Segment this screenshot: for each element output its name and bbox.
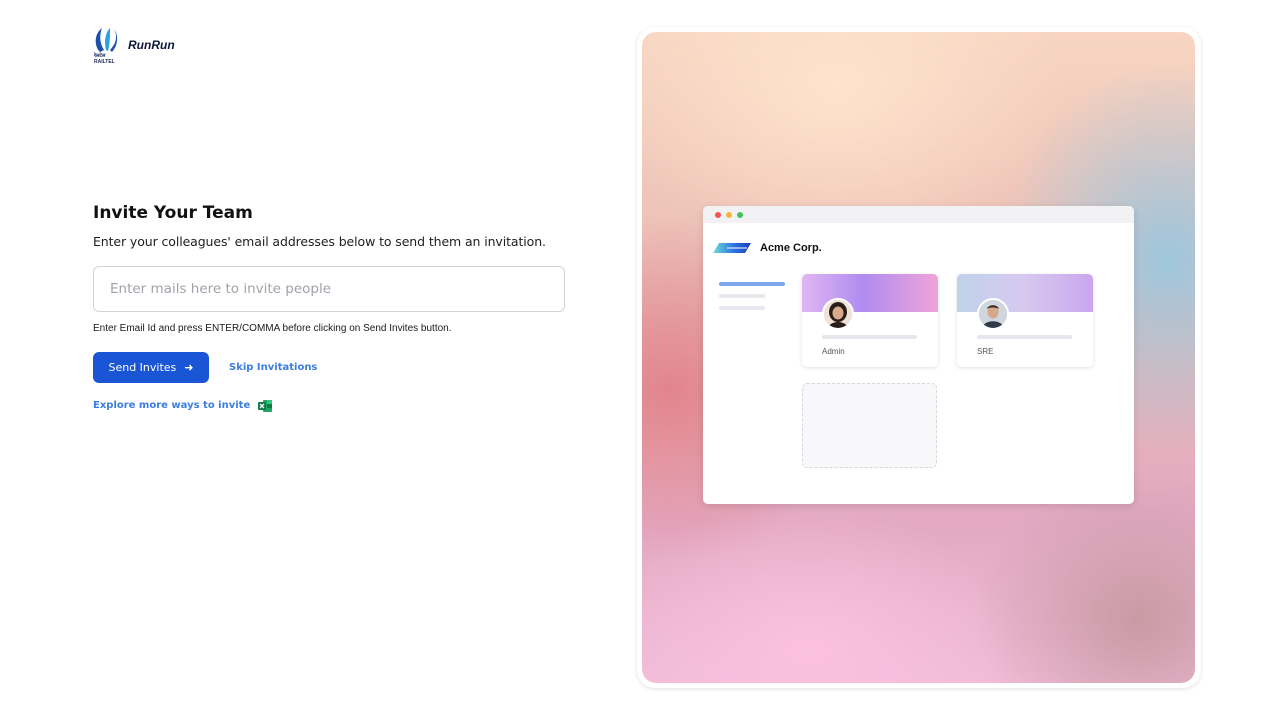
excel-icon[interactable]	[258, 398, 273, 412]
illustration-panel: Acme Corp. Admin SRE	[637, 27, 1201, 688]
card-role: Admin	[822, 347, 845, 356]
skip-invitations-link[interactable]: Skip Invitations	[229, 362, 317, 373]
explore-row: Explore more ways to invite	[93, 398, 565, 412]
acme-logo-icon	[713, 238, 751, 257]
brand: रेलटेल RAILTEL RunRun	[92, 26, 175, 66]
gradient-background: Acme Corp. Admin SRE	[642, 32, 1195, 683]
card-banner	[802, 274, 938, 312]
mock-window: Acme Corp. Admin SRE	[703, 206, 1134, 504]
input-hint: Enter Email Id and press ENTER/COMMA bef…	[93, 323, 452, 334]
window-titlebar	[703, 206, 1134, 223]
mock-sidebar	[719, 282, 785, 318]
member-card-sre: SRE	[957, 274, 1093, 367]
sidebar-line	[719, 282, 785, 286]
sidebar-line	[719, 306, 765, 310]
close-dot-icon	[715, 211, 721, 218]
minimize-dot-icon	[726, 211, 732, 218]
page-title: Invite Your Team	[93, 203, 253, 223]
company-header: Acme Corp.	[713, 238, 822, 257]
card-banner	[957, 274, 1093, 312]
form-actions: Send Invites ➜ Skip Invitations	[93, 352, 565, 383]
empty-card-placeholder	[802, 383, 937, 468]
railtel-logo: रेलटेल RAILTEL	[92, 26, 120, 66]
sidebar-line	[719, 294, 765, 298]
avatar	[822, 298, 854, 330]
member-card-admin: Admin	[802, 274, 938, 367]
page-subtitle: Enter your colleagues' email addresses b…	[93, 234, 546, 249]
avatar	[977, 298, 1009, 330]
card-name-line	[977, 335, 1072, 339]
card-role: SRE	[977, 347, 994, 356]
arrow-right-icon: ➜	[184, 361, 194, 374]
invite-form: Invite Your Team Enter your colleagues' …	[93, 202, 565, 412]
invite-page: रेलटेल RAILTEL RunRun Invite Your Team E…	[0, 0, 1280, 720]
explore-more-link[interactable]: Explore more ways to invite	[93, 400, 250, 411]
company-name: Acme Corp.	[760, 241, 822, 254]
send-invites-label: Send Invites	[108, 361, 177, 374]
logo-text: रेलटेल RAILTEL	[94, 53, 115, 65]
maximize-dot-icon	[737, 211, 743, 218]
send-invites-button[interactable]: Send Invites ➜	[93, 352, 209, 383]
card-name-line	[822, 335, 917, 339]
email-invite-input[interactable]	[93, 266, 565, 312]
brand-name: RunRun	[128, 38, 175, 52]
